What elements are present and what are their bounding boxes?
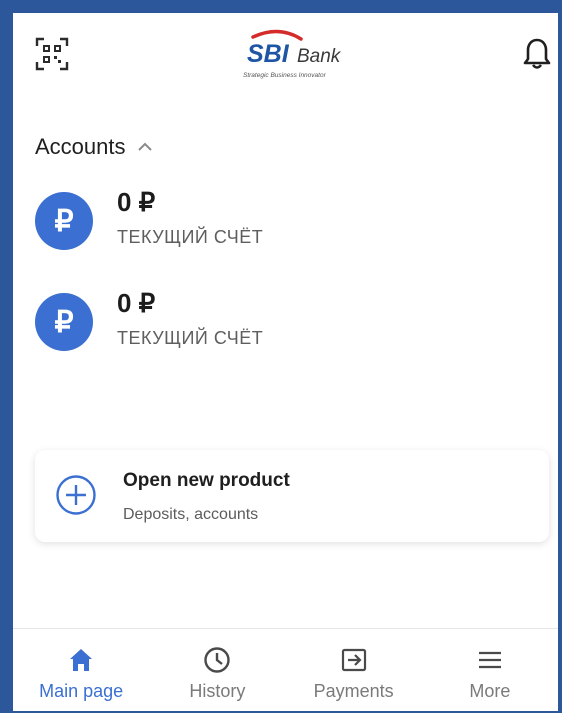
accounts-section-toggle[interactable]: Accounts	[35, 134, 154, 160]
nav-payments[interactable]: Payments	[286, 629, 422, 711]
qr-scan-icon	[35, 37, 69, 71]
logo-brand-text: SBI	[247, 40, 290, 68]
plus-circle-icon	[56, 475, 96, 515]
logo-tagline-text: Strategic Business Innovator	[243, 72, 327, 79]
frame-top	[0, 0, 562, 13]
bell-icon	[523, 38, 551, 69]
nav-label: Payments	[313, 681, 394, 701]
product-card-subtitle: Deposits, accounts	[123, 506, 259, 523]
nav-history[interactable]: History	[149, 629, 285, 711]
accounts-title: Accounts	[35, 134, 126, 159]
home-icon	[66, 645, 96, 675]
nav-main-page[interactable]: Main page	[13, 629, 149, 711]
transfer-icon	[339, 645, 369, 675]
clock-icon	[202, 645, 232, 675]
bottom-navigation: Main page History Payments More	[13, 628, 558, 711]
nav-label: More	[469, 681, 511, 701]
ruble-icon: ₽	[35, 192, 93, 250]
account-type: ТЕКУЩИЙ СЧЁТ	[117, 328, 264, 348]
account-item[interactable]: ₽ 0 ₽ ТЕКУЩИЙ СЧЁТ	[35, 187, 535, 257]
nav-label: Main page	[39, 681, 124, 701]
frame-left	[0, 0, 13, 713]
sbi-bank-logo: SBI Bank Strategic Business Innovator	[239, 27, 349, 83]
nav-label: History	[189, 681, 246, 701]
frame-right	[558, 0, 562, 713]
ruble-icon: ₽	[35, 293, 93, 351]
account-type: ТЕКУЩИЙ СЧЁТ	[117, 227, 264, 247]
account-balance: 0 ₽	[117, 187, 156, 217]
open-new-product-card[interactable]: Open new product Deposits, accounts	[35, 450, 549, 542]
header: SBI Bank Strategic Business Innovator	[13, 13, 558, 103]
nav-more[interactable]: More	[422, 629, 558, 711]
logo-word-text: Bank	[297, 46, 342, 67]
chevron-up-icon	[137, 142, 152, 151]
app-screen: SBI Bank Strategic Business Innovator Ac…	[13, 13, 558, 711]
product-card-title: Open new product	[123, 470, 290, 491]
account-item[interactable]: ₽ 0 ₽ ТЕКУЩИЙ СЧЁТ	[35, 288, 535, 358]
qr-scan-button[interactable]	[35, 37, 69, 71]
account-balance: 0 ₽	[117, 288, 156, 318]
notifications-button[interactable]	[520, 35, 554, 73]
menu-icon	[475, 645, 505, 675]
